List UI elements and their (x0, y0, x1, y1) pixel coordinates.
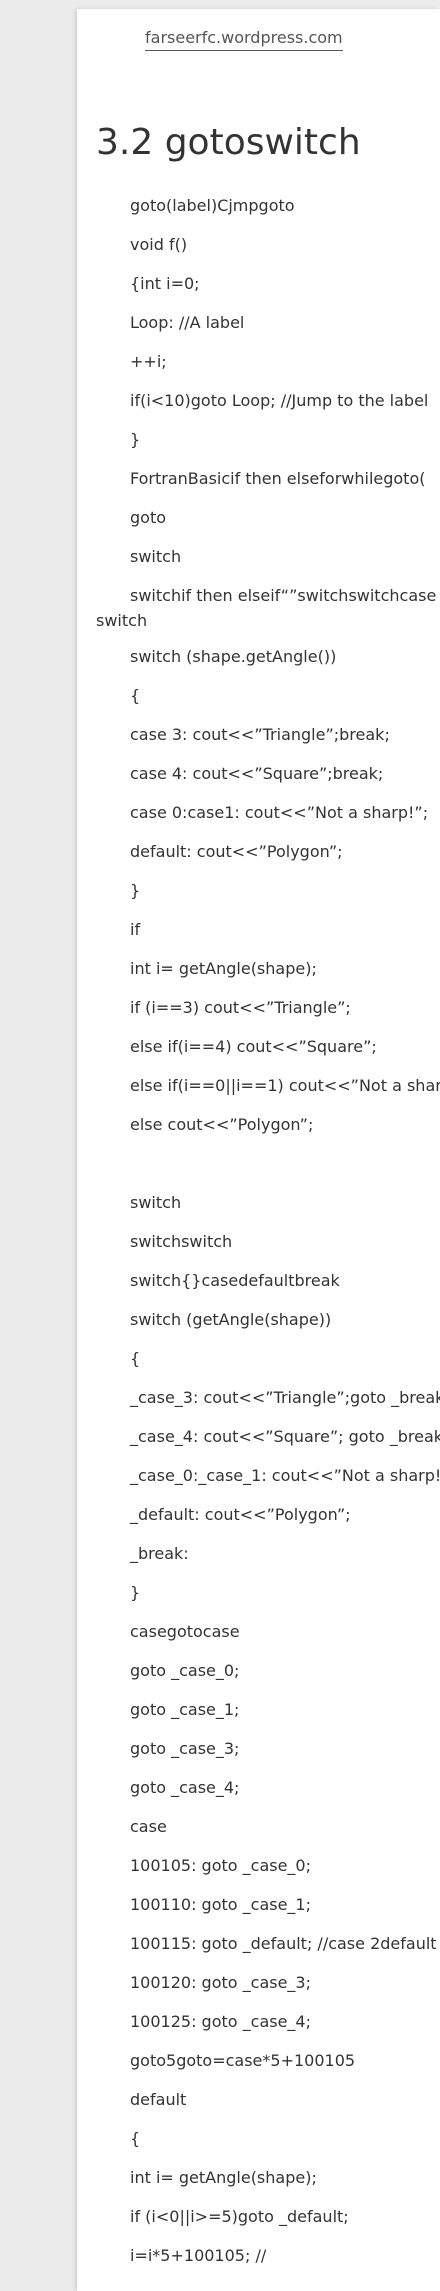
content-line: _break: (130, 1544, 189, 1563)
site-domain-link[interactable]: farseerfc.wordpress.com (145, 28, 343, 51)
content-line: switch (130, 1193, 182, 1212)
content-line: else if(i==4) cout<<”Square”; (130, 1037, 377, 1056)
content-line: _default: cout<<”Polygon”; (130, 1505, 351, 1524)
content-line: if(i<10)goto Loop; //Jump to the label (130, 391, 429, 410)
content-line: switchif then elseif“”switchswitchcase (130, 586, 437, 605)
content-line: void f() (130, 235, 188, 254)
content-line: else if(i==0||i==1) cout<<”Not a sharp!”… (130, 1076, 440, 1095)
content-line: goto _case_1; (130, 1700, 240, 1719)
content-line: _case_3: cout<<”Triangle”;goto _break; (130, 1388, 440, 1407)
content-line: { (130, 686, 141, 705)
content-line: goto5goto=case*5+100105 (130, 2051, 356, 2070)
content-line: goto(label)Cjmpgoto (130, 196, 295, 215)
content-line: int i= getAngle(shape); (130, 2168, 317, 2187)
content-line: goto (130, 508, 167, 527)
content-line: switch (shape.getAngle()) (130, 647, 337, 666)
content-line: ++i; (130, 352, 167, 371)
content-line: } (130, 1583, 141, 1602)
content-line: if (i<0||i>=5)goto _default; (130, 2207, 349, 2226)
content-line: i=i*5+100105; // (130, 2246, 267, 2265)
content-line: } (130, 430, 141, 449)
content-line: else cout<<”Polygon”; (130, 1115, 314, 1134)
content-line: goto _case_3; (130, 1739, 240, 1758)
content-line: switch (getAngle(shape)) (130, 1310, 332, 1329)
content-line: default (130, 2090, 187, 2109)
content-line: casegotocase (130, 1622, 240, 1641)
content-line: case 4: cout<<”Square”;break; (130, 764, 384, 783)
content-line: case 0:case1: cout<<”Not a sharp!”; (130, 803, 429, 822)
content-line: _case_0:_case_1: cout<<”Not a sharp!”; (130, 1466, 440, 1485)
content-line: default: cout<<”Polygon”; (130, 842, 343, 861)
content-line: 100120: goto _case_3; (130, 1973, 311, 1992)
content-line: goto _case_0; (130, 1661, 240, 1680)
content-line: if (i==3) cout<<”Triangle”; (130, 998, 351, 1017)
content-line: FortranBasicif then elseforwhilegoto( (130, 469, 426, 488)
content-line-continuation: switch (96, 611, 148, 630)
content-line: if (130, 920, 141, 939)
content-line: 100105: goto _case_0; (130, 1856, 311, 1875)
content-line: Loop: //A label (130, 313, 245, 332)
content-line: 100125: goto _case_4; (130, 2012, 311, 2031)
content-line: 100110: goto _case_1; (130, 1895, 311, 1914)
content-line: case 3: cout<<”Triangle”;break; (130, 725, 390, 744)
content-line: 100115: goto _default; //case 2default (130, 1934, 437, 1953)
content-line: {int i=0; (130, 274, 200, 293)
content-line: switch{}casedefaultbreak (130, 1271, 340, 1290)
article-page: farseerfc.wordpress.com 3.2 gotoswitch g… (77, 9, 440, 2291)
content-line: switchswitch (130, 1232, 233, 1251)
content-line: goto _case_4; (130, 1778, 240, 1797)
content-line: switch (130, 547, 182, 566)
content-line: { (130, 1349, 141, 1368)
content-line: _case_4: cout<<”Square”; goto _break; (130, 1427, 440, 1446)
content-line: case (130, 1817, 167, 1836)
content-line: int i= getAngle(shape); (130, 959, 317, 978)
content-line: } (130, 881, 141, 900)
content-line: { (130, 2129, 141, 2148)
post-title: 3.2 gotoswitch (96, 122, 361, 163)
